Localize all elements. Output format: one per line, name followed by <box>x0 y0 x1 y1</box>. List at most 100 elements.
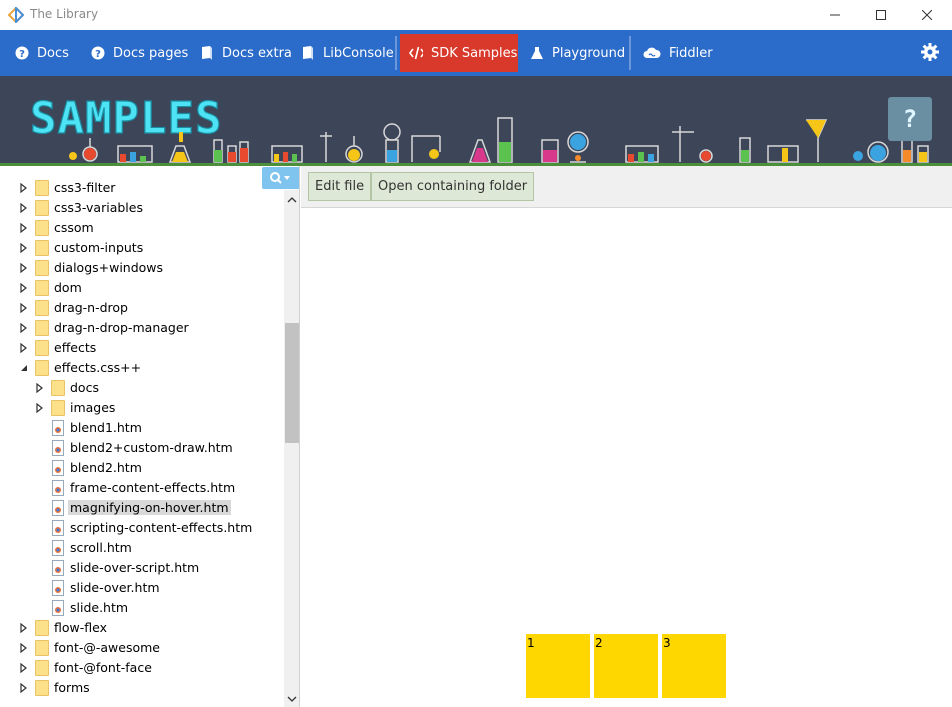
tree-item-label: magnifying-on-hover.htm <box>68 500 231 515</box>
collapsed-arrow-icon[interactable] <box>19 683 29 693</box>
samples-banner: SAMPLES ? <box>0 76 952 166</box>
nav-fiddler-label: Fiddler <box>669 45 713 61</box>
tree-file-item[interactable]: scripting-content-effects.htm <box>0 518 284 538</box>
tree-file-item[interactable]: blend2.htm <box>0 458 284 478</box>
maximize-button[interactable] <box>858 0 904 30</box>
collapsed-arrow-icon[interactable] <box>19 283 29 293</box>
expanded-arrow-icon[interactable] <box>19 363 29 373</box>
nav-playground[interactable]: Playground <box>521 34 634 72</box>
tree-folder-item[interactable]: drag-n-drop-manager <box>0 318 284 338</box>
tree-folder-item[interactable]: custom-inputs <box>0 238 284 258</box>
sidebar-file-tree: css3-filter css3-variables cssom custom-inp… <box>0 166 300 707</box>
tree-folder-item[interactable]: font-@font-face <box>0 658 284 678</box>
collapsed-arrow-icon[interactable] <box>19 663 29 673</box>
tree-item-label: cssom <box>54 220 94 235</box>
collapsed-arrow-icon[interactable] <box>19 303 29 313</box>
scroll-down-button[interactable] <box>284 691 299 707</box>
tree-folder-item[interactable]: cssom <box>0 218 284 238</box>
tree-item-label: forms <box>54 680 90 695</box>
tree-folder-item[interactable]: dom <box>0 278 284 298</box>
html-file-icon <box>52 540 64 556</box>
nav-docs-pages[interactable]: ? Docs pages <box>82 34 197 72</box>
html-file-icon <box>52 520 64 536</box>
collapsed-arrow-icon[interactable] <box>19 323 29 333</box>
collapsed-arrow-icon[interactable] <box>35 403 45 413</box>
tree-item-label: slide-over.htm <box>70 580 160 595</box>
collapsed-arrow-icon[interactable] <box>19 643 29 653</box>
minimize-button[interactable] <box>812 0 858 30</box>
tree-file-item[interactable]: scroll.htm <box>0 538 284 558</box>
scroll-thumb[interactable] <box>285 323 299 443</box>
folder-icon <box>35 660 49 676</box>
tree-folder-item[interactable]: effects.css++ <box>0 358 284 378</box>
banner-title: SAMPLES <box>30 93 222 144</box>
folder-icon <box>35 260 49 276</box>
tree-file-item[interactable]: blend2+custom-draw.htm <box>0 438 284 458</box>
nav-docs-extra[interactable]: Docs extra <box>191 34 301 72</box>
tree-item-label: dialogs+windows <box>54 260 164 275</box>
maximize-icon <box>876 10 886 20</box>
code-icon <box>409 46 423 60</box>
help-label: ? <box>902 105 918 133</box>
tree-folder-item[interactable]: css3-variables <box>0 198 284 218</box>
tree-folder-item[interactable]: forms <box>0 678 284 698</box>
tree-item-label: drag-n-drop-manager <box>54 320 189 335</box>
tree-item-label: effects.css++ <box>54 360 142 375</box>
tree-item-label: scripting-content-effects.htm <box>70 520 253 535</box>
tree-folder-item[interactable]: font-@-awesome <box>0 638 284 658</box>
tree-folder-item[interactable]: images <box>0 398 284 418</box>
folder-icon <box>35 680 49 696</box>
folder-icon <box>35 640 49 656</box>
chevron-down-icon <box>287 696 297 702</box>
nav-docs-pages-label: Docs pages <box>113 45 189 61</box>
collapsed-arrow-icon[interactable] <box>19 263 29 273</box>
edit-file-button[interactable]: Edit file <box>308 172 372 201</box>
tree-folder-item[interactable]: dialogs+windows <box>0 258 284 278</box>
help-button[interactable]: ? <box>888 97 932 141</box>
open-folder-button[interactable]: Open containing folder <box>371 172 535 201</box>
close-button[interactable] <box>904 0 950 30</box>
nav-docs[interactable]: ? Docs <box>6 34 78 72</box>
collapsed-arrow-icon[interactable] <box>19 223 29 233</box>
nav-libconsole[interactable]: LibConsole <box>292 34 403 72</box>
tree-folder-item[interactable]: css3-filter <box>0 178 284 198</box>
collapsed-arrow-icon[interactable] <box>35 383 45 393</box>
tree-file-item[interactable]: slide-over.htm <box>0 578 284 598</box>
folder-icon <box>35 180 49 196</box>
collapsed-arrow-icon[interactable] <box>19 183 29 193</box>
tree-item-label: custom-inputs <box>54 240 144 255</box>
tree-file-item[interactable]: slide.htm <box>0 598 284 618</box>
tree-file-item[interactable]: frame-content-effects.htm <box>0 478 284 498</box>
preview-box[interactable]: 2 <box>594 634 658 698</box>
collapsed-arrow-icon[interactable] <box>19 243 29 253</box>
tree-folder-item[interactable]: flow-flex <box>0 618 284 638</box>
html-file-icon <box>52 580 64 596</box>
gear-icon[interactable] <box>920 42 940 62</box>
tree-file-item[interactable]: slide-over-script.htm <box>0 558 284 578</box>
html-file-icon <box>52 560 64 576</box>
nav-docs-extra-label: Docs extra <box>222 45 292 61</box>
scroll-up-button[interactable] <box>284 192 299 208</box>
tree-item-label: dom <box>54 280 82 295</box>
collapsed-arrow-icon[interactable] <box>19 203 29 213</box>
tree-item-label: font-@-awesome <box>54 640 160 655</box>
tree-file-item[interactable]: magnifying-on-hover.htm <box>0 498 284 518</box>
tree-folder-item[interactable]: docs <box>0 378 284 398</box>
nav-sdk-samples[interactable]: SDK Samples <box>400 34 518 72</box>
preview-box[interactable]: 3 <box>662 634 726 698</box>
tree-file-item[interactable]: blend1.htm <box>0 418 284 438</box>
tree-item-label: docs <box>70 380 99 395</box>
sample-view: Edit file Open containing folder 1 2 3 <box>301 166 952 707</box>
title-bar: The Library <box>0 0 952 30</box>
preview-box[interactable]: 1 <box>526 634 590 698</box>
sample-preview: 1 2 3 <box>301 208 952 707</box>
tree-item-label: scroll.htm <box>70 540 132 555</box>
folder-icon <box>35 280 49 296</box>
nav-fiddler[interactable]: Fiddler <box>634 34 722 72</box>
tree-folder-item[interactable]: drag-n-drop <box>0 298 284 318</box>
sidebar-scrollbar[interactable] <box>284 190 299 707</box>
collapsed-arrow-icon[interactable] <box>19 343 29 353</box>
tree-folder-item[interactable]: effects <box>0 338 284 358</box>
question-circle-icon: ? <box>15 46 29 60</box>
collapsed-arrow-icon[interactable] <box>19 623 29 633</box>
